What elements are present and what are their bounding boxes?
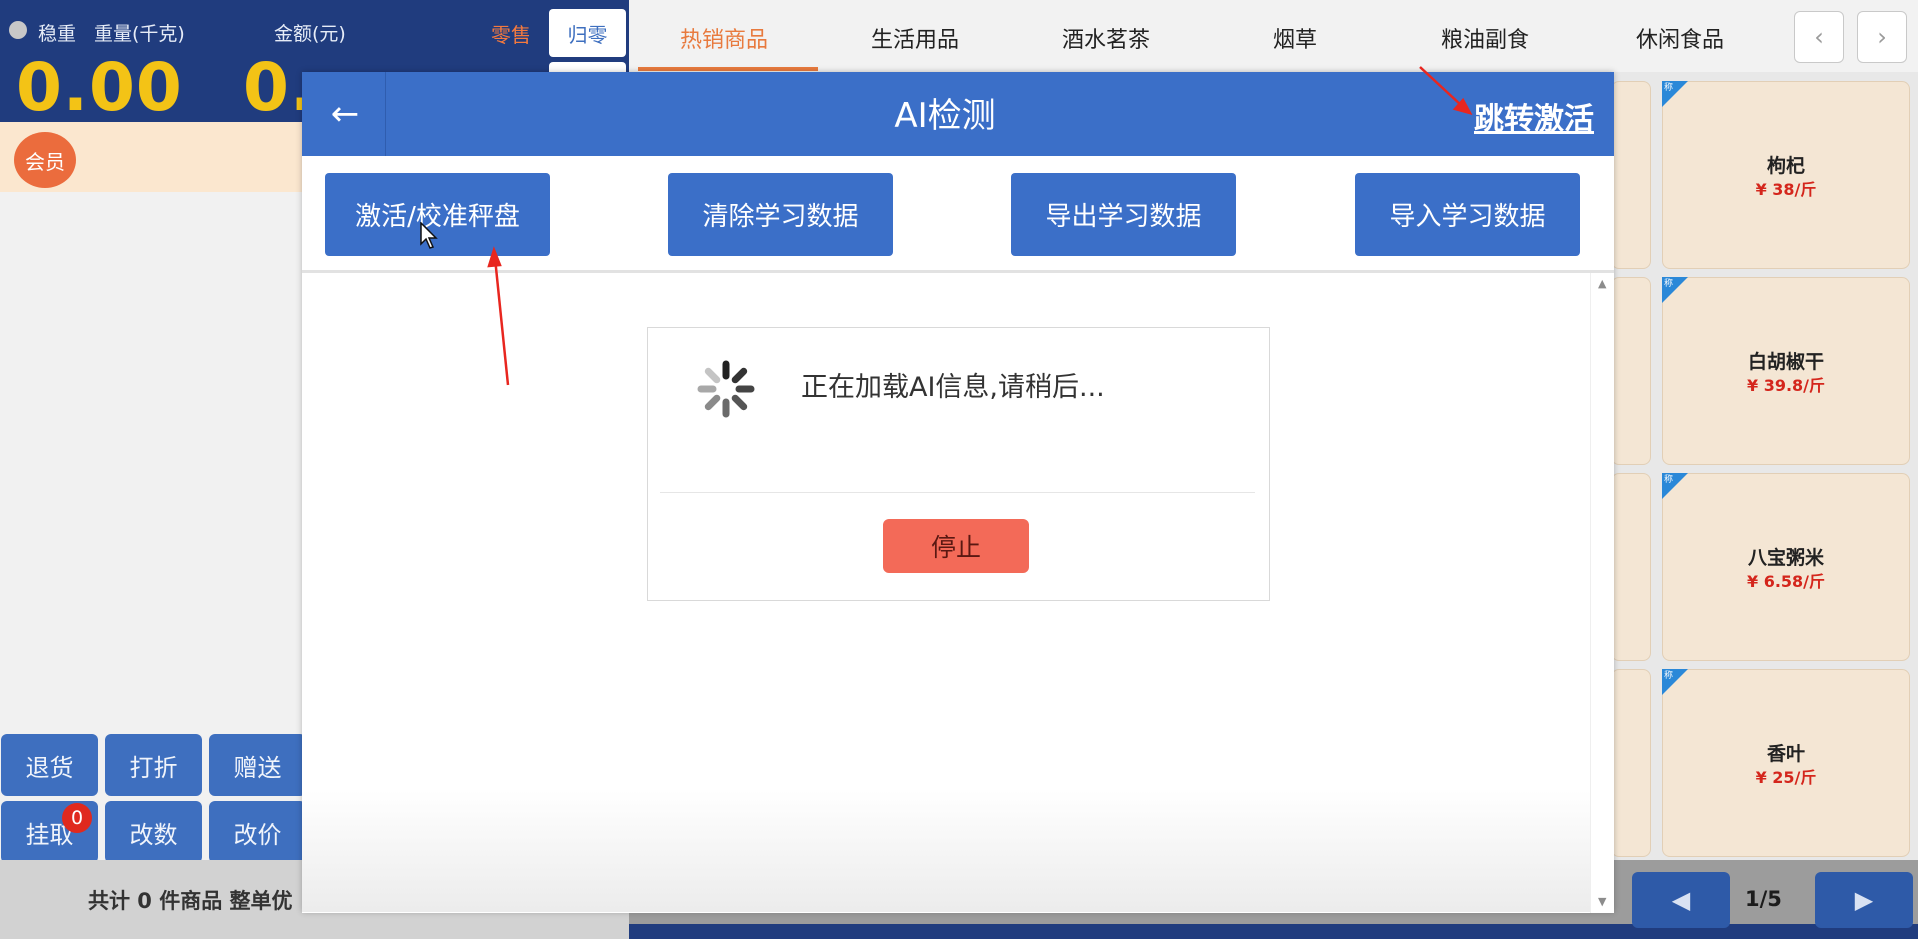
annotation-arrowhead-icon xyxy=(487,246,502,268)
annotation-arrows xyxy=(487,66,1473,386)
annotation-arrow-jump xyxy=(1419,66,1463,107)
annotation-arrow-activate xyxy=(493,257,510,386)
